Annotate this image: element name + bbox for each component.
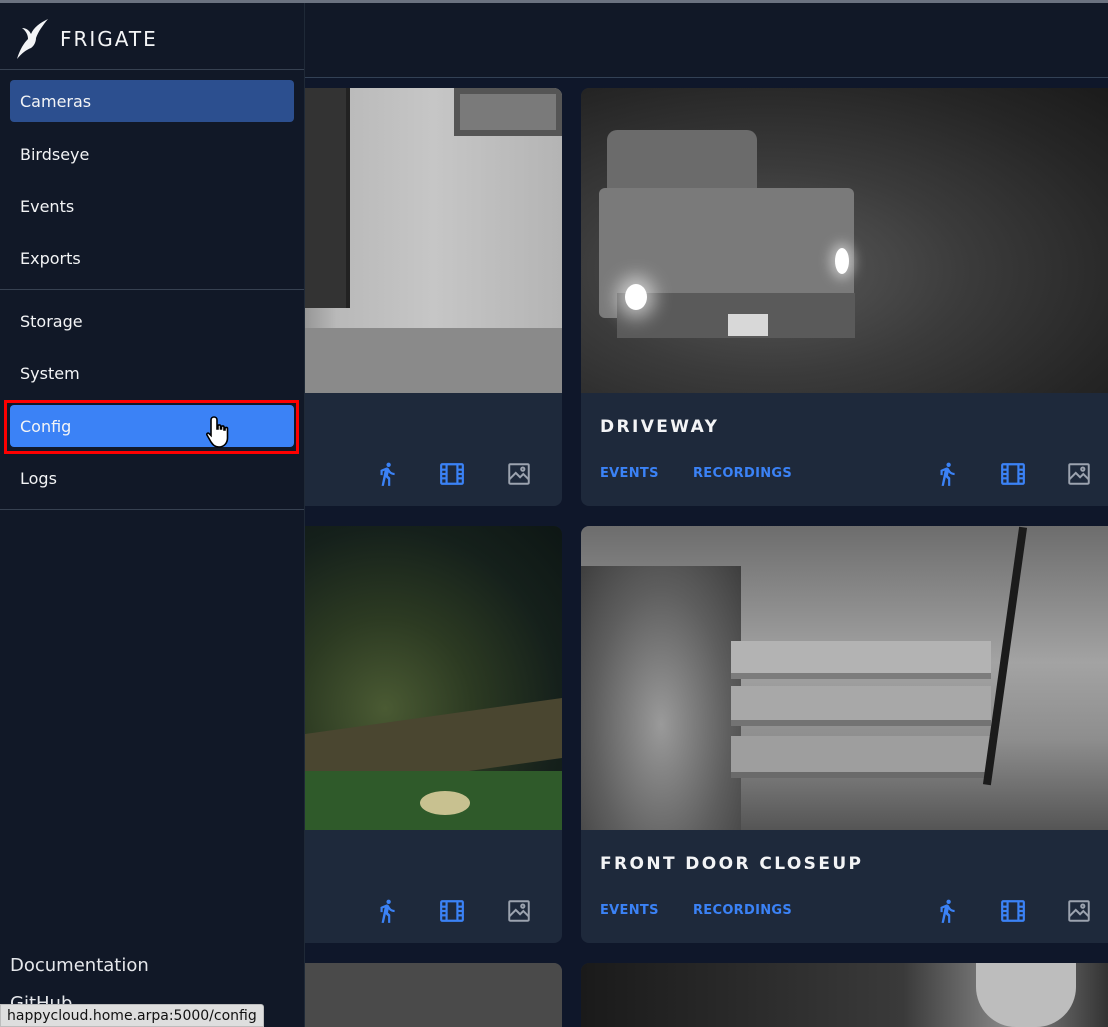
sidebar-item-birdseye[interactable]: Birdseye: [10, 133, 294, 175]
image-icon[interactable]: [506, 898, 532, 924]
camera-name: DRIVEWAY: [600, 417, 720, 437]
sidebar-item-label: Cameras: [20, 91, 92, 111]
documentation-link[interactable]: Documentation: [10, 955, 149, 976]
step: [731, 686, 991, 726]
camera-card-driveway[interactable]: DRIVEWAY EVENTS RECORDINGS: [581, 88, 1108, 506]
person-walking-icon[interactable]: [934, 461, 960, 487]
camera-thumbnail[interactable]: [581, 526, 1108, 830]
camera-footer: FRONT DOOR CLOSEUP EVENTS RECORDINGS: [581, 831, 1108, 943]
sidebar-item-cameras[interactable]: Cameras: [10, 80, 294, 122]
person-walking-icon[interactable]: [934, 898, 960, 924]
sidebar-item-label: System: [20, 363, 80, 383]
recordings-link[interactable]: RECORDINGS: [693, 903, 792, 918]
image-icon[interactable]: [1066, 898, 1092, 924]
camera-card-front-door-closeup[interactable]: FRONT DOOR CLOSEUP EVENTS RECORDINGS: [581, 526, 1108, 943]
sidebar-item-label: Exports: [20, 248, 81, 268]
brand-logo[interactable]: FRIGATE: [14, 15, 158, 63]
person-walking-icon[interactable]: [374, 898, 400, 924]
camera-thumbnail[interactable]: [581, 963, 1108, 1027]
divider: [0, 69, 304, 70]
bush: [581, 566, 741, 830]
sidebar-item-label: Logs: [20, 468, 57, 488]
brand-name: FRIGATE: [60, 27, 158, 51]
recordings-link[interactable]: RECORDINGS: [693, 466, 792, 481]
moon-glow: [976, 963, 1076, 1027]
browser-status-url: happycloud.home.arpa:5000/config: [0, 1004, 264, 1027]
sidebar-item-label: Birdseye: [20, 144, 90, 164]
tail-light: [835, 248, 849, 274]
sidebar-item-exports[interactable]: Exports: [10, 237, 294, 279]
highlight-annotation: [4, 400, 299, 454]
divider: [0, 509, 304, 510]
camera-footer: DRIVEWAY EVENTS RECORDINGS: [581, 394, 1108, 506]
sidebar-item-logs[interactable]: Logs: [10, 457, 294, 499]
film-icon[interactable]: [1000, 461, 1026, 487]
app-header: [305, 3, 1108, 78]
step: [731, 736, 991, 778]
sidebar-item-label: Events: [20, 196, 75, 216]
tail-light: [625, 284, 647, 310]
person-walking-icon[interactable]: [374, 461, 400, 487]
license-plate: [728, 314, 768, 336]
image-icon[interactable]: [1066, 461, 1092, 487]
step: [731, 641, 991, 679]
window-frame: [454, 88, 562, 136]
rock: [420, 791, 470, 815]
sidebar-item-label: Storage: [20, 311, 83, 331]
sidebar-item-system[interactable]: System: [10, 352, 294, 394]
film-icon[interactable]: [439, 461, 465, 487]
frigate-bird-icon: [17, 19, 48, 59]
events-link[interactable]: EVENTS: [600, 466, 659, 481]
sidebar-item-events[interactable]: Events: [10, 185, 294, 227]
divider: [0, 289, 304, 290]
film-icon[interactable]: [439, 898, 465, 924]
camera-thumbnail[interactable]: [581, 88, 1108, 393]
events-link[interactable]: EVENTS: [600, 903, 659, 918]
hand-pointer-icon: [206, 416, 229, 448]
image-icon[interactable]: [506, 461, 532, 487]
camera-card-6[interactable]: [581, 963, 1108, 1027]
sidebar-item-storage[interactable]: Storage: [10, 300, 294, 342]
film-icon[interactable]: [1000, 898, 1026, 924]
camera-name: FRONT DOOR CLOSEUP: [600, 854, 864, 874]
sidebar: FRIGATE Cameras Birdseye Events Exports …: [0, 3, 305, 1027]
